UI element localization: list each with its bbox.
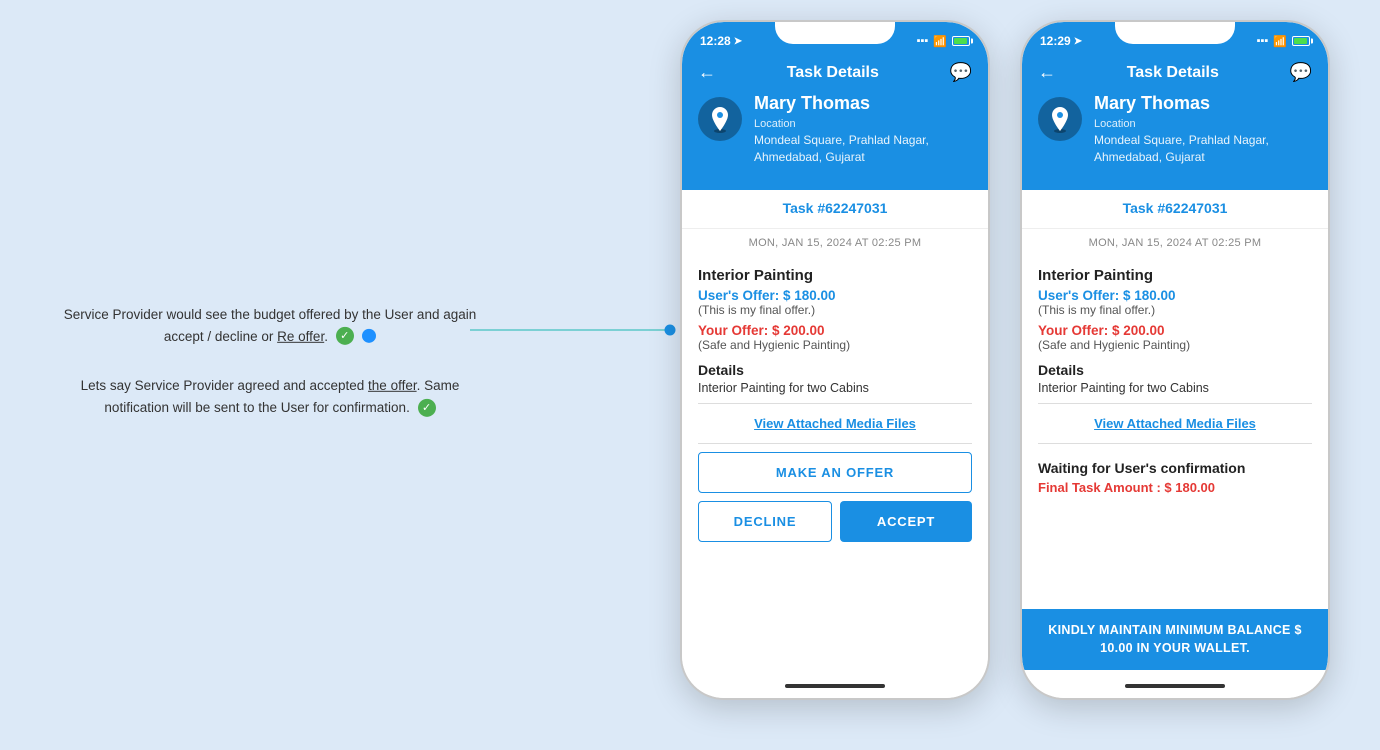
details-text: Interior Painting for two Cabins — [698, 381, 972, 395]
highlight-offer: the offer — [368, 378, 417, 393]
details-label: Details — [698, 362, 972, 378]
pin-icon-wrap — [698, 97, 742, 141]
check-icon-1: ✓ — [336, 327, 354, 345]
task-date: MON, JAN 15, 2024 AT 02:25 PM — [682, 229, 988, 257]
your-offer: Your Offer: $ 200.00 — [698, 323, 972, 338]
phone-2-notch — [1115, 22, 1235, 44]
phone-2-status-icons: ▪▪▪ 📶 — [1257, 35, 1310, 48]
user-details: Mary Thomas Location Mondeal Square, Pra… — [754, 93, 972, 166]
users-offer-2: User's Offer: $ 180.00 — [1038, 288, 1312, 303]
your-offer-2: Your Offer: $ 200.00 — [1038, 323, 1312, 338]
users-offer: User's Offer: $ 180.00 — [698, 288, 972, 303]
battery-icon-2 — [1292, 36, 1310, 46]
service-title-2: Interior Painting — [1038, 267, 1312, 284]
details-text-2: Interior Painting for two Cabins — [1038, 381, 1312, 395]
final-amount: Final Task Amount : $ 180.00 — [1038, 480, 1312, 495]
offer-note-2: (This is my final offer.) — [1038, 303, 1312, 317]
wallet-bar: KINDLY MAINTAIN MINIMUM BALANCE $ 10.00 … — [1022, 609, 1328, 671]
back-button-2[interactable]: ← — [1038, 62, 1056, 83]
waiting-title: Waiting for User's confirmation — [1038, 460, 1312, 476]
location-arrow-icon: ➤ — [734, 36, 742, 47]
phone-2-time: 12:29 ➤ — [1040, 34, 1082, 48]
phone-1-status-icons: ▪▪▪ 📶 — [917, 35, 970, 48]
battery-fill — [954, 38, 967, 44]
annotation-block-1: Service Provider would see the budget of… — [30, 304, 510, 347]
waiting-section: Waiting for User's confirmation Final Ta… — [1038, 450, 1312, 505]
view-media-link-2[interactable]: View Attached Media Files — [1038, 410, 1312, 437]
user-address: Mondeal Square, Prahlad Nagar, Ahmedabad… — [754, 132, 972, 166]
battery-icon — [952, 36, 970, 46]
chat-icon[interactable]: 💬 — [950, 62, 972, 83]
time-text-2: 12:29 — [1040, 34, 1071, 48]
phone-2-app-header: ← Task Details 💬 Mary Thomas Loca — [1022, 54, 1328, 190]
task-content-2: Interior Painting User's Offer: $ 180.00… — [1022, 257, 1328, 515]
phone-1-header-nav: ← Task Details 💬 — [698, 62, 972, 83]
user-name: Mary Thomas — [754, 93, 972, 114]
user-info: Mary Thomas Location Mondeal Square, Pra… — [698, 93, 972, 176]
make-offer-button[interactable]: MAKE AN OFFER — [698, 452, 972, 493]
wallet-text: KINDLY MAINTAIN MINIMUM BALANCE $ 10.00 … — [1038, 621, 1312, 659]
user-info-2: Mary Thomas Location Mondeal Square, Pra… — [1038, 93, 1312, 176]
location-pin-icon-2 — [1048, 105, 1072, 133]
dot-icon-1 — [362, 329, 376, 343]
phone-2-screen: 12:29 ➤ ▪▪▪ 📶 ← Task Details 💬 — [1022, 22, 1328, 698]
divider-1 — [698, 403, 972, 404]
phone-1: 12:28 ➤ ▪▪▪ 📶 ← Task Details 💬 — [680, 20, 990, 700]
phone-1-notch — [775, 22, 895, 44]
location-label: Location — [754, 118, 972, 130]
service-title: Interior Painting — [698, 267, 972, 284]
offer-note: (This is my final offer.) — [698, 303, 972, 317]
task-id: Task #62247031 — [783, 200, 888, 216]
wifi-icon-2: ▪▪▪ — [1257, 35, 1269, 47]
header-title: Task Details — [787, 64, 879, 82]
back-button[interactable]: ← — [698, 62, 716, 83]
check-icon-2: ✓ — [418, 398, 436, 416]
view-media-link[interactable]: View Attached Media Files — [698, 410, 972, 437]
time-text: 12:28 — [700, 34, 731, 48]
location-arrow-icon-2: ➤ — [1074, 36, 1082, 47]
task-id-bar-2: Task #62247031 — [1022, 190, 1328, 229]
divider-2 — [698, 443, 972, 444]
highlight-reoffer: Re offer — [277, 328, 324, 343]
annotation-area: Service Provider would see the budget of… — [30, 304, 510, 446]
task-content: Interior Painting User's Offer: $ 180.00… — [682, 257, 988, 552]
task-id-bar: Task #62247031 — [682, 190, 988, 229]
divider-4 — [1038, 443, 1312, 444]
connector-line — [470, 300, 690, 360]
battery-fill-2 — [1294, 38, 1307, 44]
annotation-block-2: Lets say Service Provider agreed and acc… — [30, 375, 510, 418]
annotation-text-2: Lets say Service Provider agreed and acc… — [81, 378, 460, 415]
phone-2-task-body: Task #62247031 MON, JAN 15, 2024 AT 02:2… — [1022, 190, 1328, 698]
phone-1-screen: 12:28 ➤ ▪▪▪ 📶 ← Task Details 💬 — [682, 22, 988, 698]
phone-2-header-nav: ← Task Details 💬 — [1038, 62, 1312, 83]
decline-button[interactable]: DECLINE — [698, 501, 832, 542]
divider-3 — [1038, 403, 1312, 404]
accept-button[interactable]: ACCEPT — [840, 501, 972, 542]
annotation-text-1: Service Provider would see the budget of… — [64, 307, 477, 344]
signal-icon: 📶 — [933, 35, 947, 48]
details-label-2: Details — [1038, 362, 1312, 378]
action-buttons-row: DECLINE ACCEPT — [698, 501, 972, 542]
user-name-2: Mary Thomas — [1094, 93, 1312, 114]
chat-icon-2[interactable]: 💬 — [1290, 62, 1312, 83]
wifi-icon: ▪▪▪ — [917, 35, 929, 47]
task-date-2: MON, JAN 15, 2024 AT 02:25 PM — [1022, 229, 1328, 257]
signal-icon-2: 📶 — [1273, 35, 1287, 48]
offer-desc-2: (Safe and Hygienic Painting) — [1038, 338, 1312, 352]
phone-2: 12:29 ➤ ▪▪▪ 📶 ← Task Details 💬 — [1020, 20, 1330, 700]
location-pin-icon — [708, 105, 732, 133]
pin-icon-wrap-2 — [1038, 97, 1082, 141]
phone-1-time: 12:28 ➤ — [700, 34, 742, 48]
user-details-2: Mary Thomas Location Mondeal Square, Pra… — [1094, 93, 1312, 166]
home-indicator-2 — [1125, 684, 1225, 688]
phone-1-app-header: ← Task Details 💬 Mary Thomas Loca — [682, 54, 988, 190]
home-indicator-1 — [785, 684, 885, 688]
phone-1-task-body: Task #62247031 MON, JAN 15, 2024 AT 02:2… — [682, 190, 988, 698]
task-id-2: Task #62247031 — [1123, 200, 1228, 216]
header-title-2: Task Details — [1127, 64, 1219, 82]
offer-desc: (Safe and Hygienic Painting) — [698, 338, 972, 352]
phones-container: 12:28 ➤ ▪▪▪ 📶 ← Task Details 💬 — [680, 20, 1330, 700]
location-label-2: Location — [1094, 118, 1312, 130]
user-address-2: Mondeal Square, Prahlad Nagar, Ahmedabad… — [1094, 132, 1312, 166]
